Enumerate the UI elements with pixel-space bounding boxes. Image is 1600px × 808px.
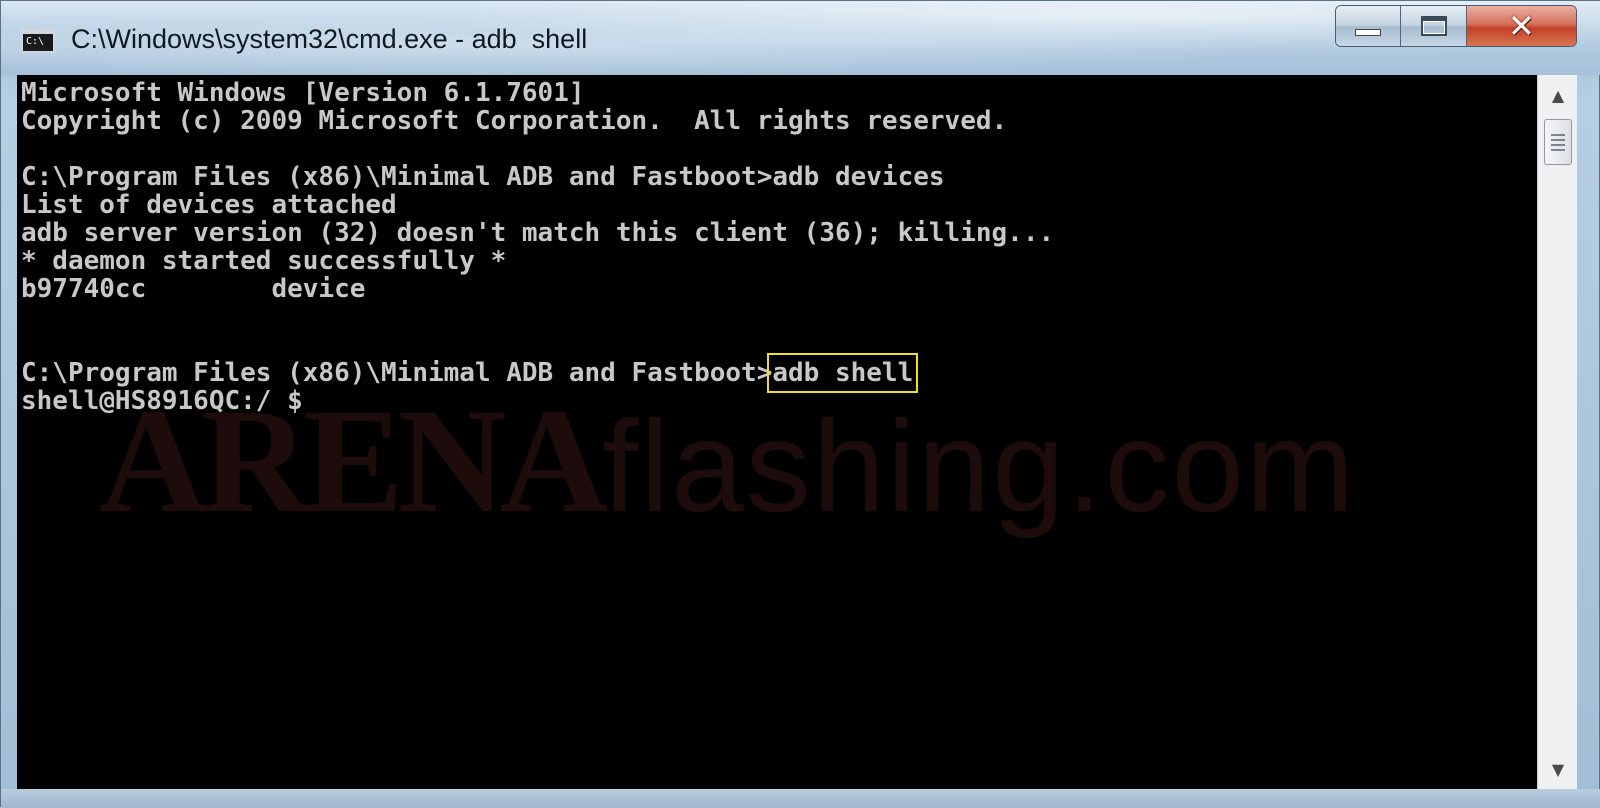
console-line: C:\Program Files (x86)\Minimal ADB and F… <box>21 162 945 192</box>
grip-line <box>1551 133 1565 136</box>
window-bottom-frame <box>1 789 1600 808</box>
window-title: C:\Windows\system32\cmd.exe - adb shell <box>71 24 588 54</box>
grip-line <box>1551 138 1565 141</box>
console-line: List of devices attached <box>21 190 397 220</box>
console-line: b97740cc device <box>21 274 366 304</box>
console-output[interactable]: ARENAflashing.com Microsoft Windows [Ver… <box>17 75 1537 789</box>
close-icon: ✕ <box>1508 7 1535 45</box>
cmd-icon[interactable]: C:\ <box>21 29 55 53</box>
scroll-thumb[interactable] <box>1544 119 1572 165</box>
highlighted-command: adb shell <box>767 353 919 393</box>
minimize-button[interactable] <box>1336 6 1402 46</box>
close-button[interactable]: ✕ <box>1466 6 1576 46</box>
maximize-button[interactable] <box>1401 6 1467 46</box>
grip-line <box>1551 148 1565 151</box>
minimize-icon <box>1355 28 1382 36</box>
arrow-down-icon: ▼ <box>1551 759 1565 779</box>
scroll-down-button[interactable]: ▼ <box>1538 749 1578 789</box>
maximize-icon <box>1420 16 1447 36</box>
console-text: Microsoft Windows [Version 6.1.7601] Cop… <box>21 79 1521 415</box>
arrow-up-icon: ▲ <box>1551 85 1565 105</box>
caption-buttons: ✕ <box>1335 5 1577 47</box>
cmd-window: C:\ C:\Windows\system32\cmd.exe - adb sh… <box>0 0 1600 808</box>
console-line: adb server version (32) doesn't match th… <box>21 218 1055 248</box>
vertical-scrollbar[interactable]: ▲ ▼ <box>1537 75 1577 789</box>
grip-line <box>1551 143 1565 146</box>
prompt-line: C:\Program Files (x86)\Minimal ADB and F… <box>21 353 1521 393</box>
console-line: Copyright (c) 2009 Microsoft Corporation… <box>21 106 1008 136</box>
scroll-up-button[interactable]: ▲ <box>1538 75 1578 115</box>
shell-prompt: shell@HS8916QC:/ $ <box>21 386 303 416</box>
title-bar[interactable]: C:\ C:\Windows\system32\cmd.exe - adb sh… <box>1 1 1600 75</box>
console-line: * daemon started successfully * <box>21 246 507 276</box>
console-line: Microsoft Windows [Version 6.1.7601] <box>21 78 585 108</box>
prompt-path: C:\Program Files (x86)\Minimal ADB and F… <box>21 358 773 388</box>
